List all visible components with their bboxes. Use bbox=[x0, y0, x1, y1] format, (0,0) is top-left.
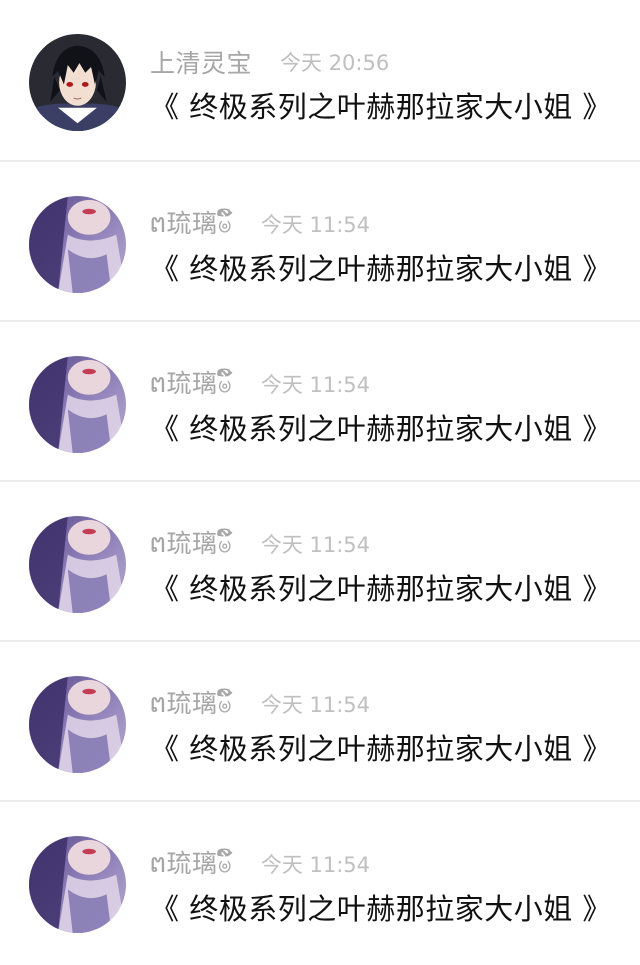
user-name[interactable]: ຕ琉璃ၑ໌ິ bbox=[150, 524, 233, 565]
timestamp: 今天 20:56 bbox=[280, 51, 390, 75]
user-name[interactable]: ຕ琉璃ၑ໌ິ bbox=[150, 844, 233, 885]
girl-photo-avatar-icon bbox=[29, 356, 126, 453]
user-name[interactable]: ຕ琉璃ၑ໌ິ bbox=[150, 364, 233, 405]
comment-list: 上清灵宝 今天 20:56 《 终极系列之叶赫那拉家大小姐 》 ຕ琉璃ၑ໌ິ 今… bbox=[0, 0, 640, 965]
comment-text: 《 终极系列之叶赫那拉家大小姐 》 bbox=[150, 572, 612, 606]
comment-item[interactable]: ຕ琉璃ၑ໌ິ 今天 11:54 《 终极系列之叶赫那拉家大小姐 》 bbox=[0, 482, 640, 642]
user-name[interactable]: 上清灵宝 bbox=[150, 44, 252, 80]
user-name[interactable]: ຕ琉璃ၑ໌ິ bbox=[150, 204, 233, 245]
timestamp: 今天 11:54 bbox=[260, 373, 371, 397]
girl-photo-avatar-icon bbox=[29, 516, 126, 613]
girl-photo-avatar-icon bbox=[29, 836, 126, 933]
comment-item[interactable]: ຕ琉璃ၑ໌ິ 今天 11:54 《 终极系列之叶赫那拉家大小姐 》 bbox=[0, 162, 640, 322]
comment-item[interactable]: ຕ琉璃ၑ໌ິ 今天 11:54 《 终极系列之叶赫那拉家大小姐 》 bbox=[0, 802, 640, 962]
comment-text: 《 终极系列之叶赫那拉家大小姐 》 bbox=[150, 90, 612, 124]
comment-text: 《 终极系列之叶赫那拉家大小姐 》 bbox=[150, 892, 612, 926]
comment-item[interactable]: ຕ琉璃ၑ໌ິ 今天 11:54 《 终极系列之叶赫那拉家大小姐 》 bbox=[0, 322, 640, 482]
timestamp: 今天 11:54 bbox=[260, 533, 371, 557]
avatar[interactable] bbox=[29, 34, 126, 131]
comment-text: 《 终极系列之叶赫那拉家大小姐 》 bbox=[150, 732, 612, 766]
comment-item[interactable]: ຕ琉璃ၑ໌ິ 今天 11:54 《 终极系列之叶赫那拉家大小姐 》 bbox=[0, 642, 640, 802]
timestamp: 今天 11:54 bbox=[260, 693, 371, 717]
timestamp: 今天 11:54 bbox=[260, 853, 371, 877]
comment-item[interactable]: 上清灵宝 今天 20:56 《 终极系列之叶赫那拉家大小姐 》 bbox=[0, 0, 640, 162]
comment-meta: ຕ琉璃ၑ໌ິ 今天 11:54 bbox=[150, 847, 370, 881]
timestamp: 今天 11:54 bbox=[260, 213, 371, 237]
avatar[interactable] bbox=[29, 356, 126, 453]
comment-text: 《 终极系列之叶赫那拉家大小姐 》 bbox=[150, 252, 612, 286]
avatar[interactable] bbox=[29, 836, 126, 933]
comment-meta: ຕ琉璃ၑ໌ິ 今天 11:54 bbox=[150, 527, 370, 561]
avatar[interactable] bbox=[29, 516, 126, 613]
avatar[interactable] bbox=[29, 196, 126, 293]
girl-photo-avatar-icon bbox=[29, 676, 126, 773]
user-name[interactable]: ຕ琉璃ၑ໌ິ bbox=[150, 684, 233, 725]
comment-meta: ຕ琉璃ၑ໌ິ 今天 11:54 bbox=[150, 207, 370, 241]
comment-meta: 上清灵宝 今天 20:56 bbox=[150, 45, 389, 79]
avatar[interactable] bbox=[29, 676, 126, 773]
anime-character-avatar-icon bbox=[29, 34, 126, 131]
girl-photo-avatar-icon bbox=[29, 196, 126, 293]
comment-meta: ຕ琉璃ၑ໌ິ 今天 11:54 bbox=[150, 367, 370, 401]
comment-text: 《 终极系列之叶赫那拉家大小姐 》 bbox=[150, 412, 612, 446]
comment-meta: ຕ琉璃ၑ໌ິ 今天 11:54 bbox=[150, 687, 370, 721]
